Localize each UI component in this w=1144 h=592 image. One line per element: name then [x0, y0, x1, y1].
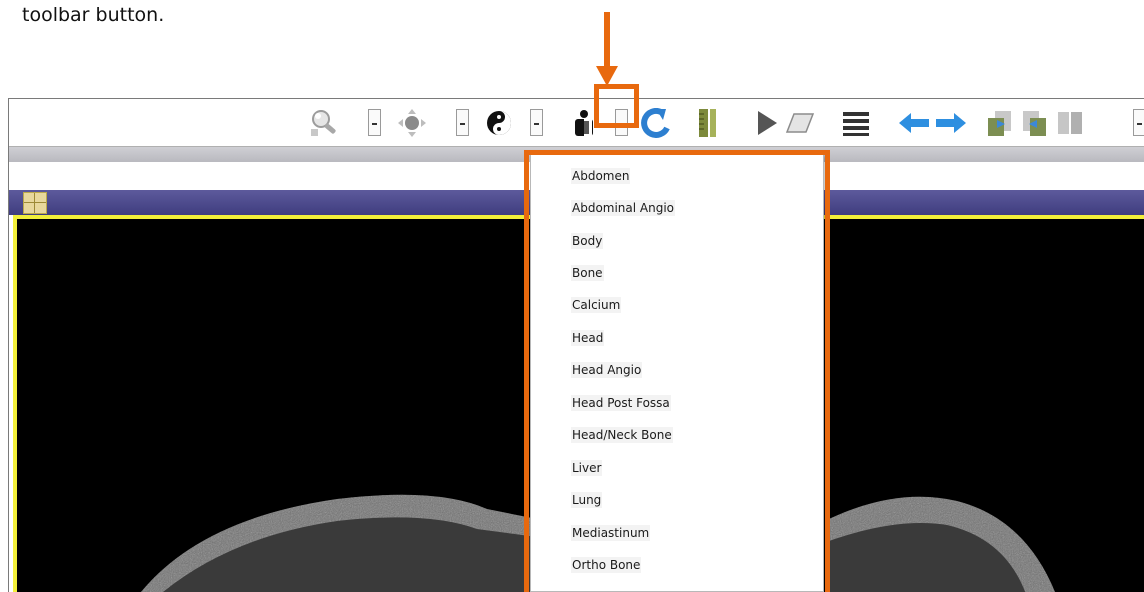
invert-icon[interactable] — [484, 108, 514, 138]
annotation-arrow — [596, 12, 618, 86]
series-dropdown-button[interactable] — [1133, 109, 1144, 136]
stack-icon[interactable] — [841, 108, 873, 138]
ruler-icon[interactable] — [697, 108, 719, 138]
rotate-icon[interactable] — [639, 108, 673, 138]
invert-dropdown-button[interactable] — [530, 109, 543, 136]
zoom-icon[interactable] — [307, 108, 341, 138]
series-left-icon[interactable] — [985, 108, 1015, 138]
toolbar — [9, 99, 1144, 146]
pan-icon[interactable] — [395, 108, 429, 138]
eraser-icon[interactable] — [785, 108, 815, 138]
zoom-dropdown-button[interactable] — [368, 109, 381, 136]
annotation-highlight-menu — [524, 150, 830, 592]
cine-play-icon[interactable] — [755, 108, 779, 138]
next-arrow-icon[interactable] — [934, 108, 968, 138]
previous-arrow-icon[interactable] — [897, 108, 931, 138]
annotation-highlight-button — [594, 84, 639, 128]
series-grid-icon[interactable] — [1055, 108, 1085, 138]
instruction-caption: toolbar button. — [22, 4, 165, 26]
layout-grid-icon[interactable] — [23, 192, 47, 214]
pan-dropdown-button[interactable] — [456, 109, 469, 136]
series-right-icon[interactable] — [1019, 108, 1049, 138]
